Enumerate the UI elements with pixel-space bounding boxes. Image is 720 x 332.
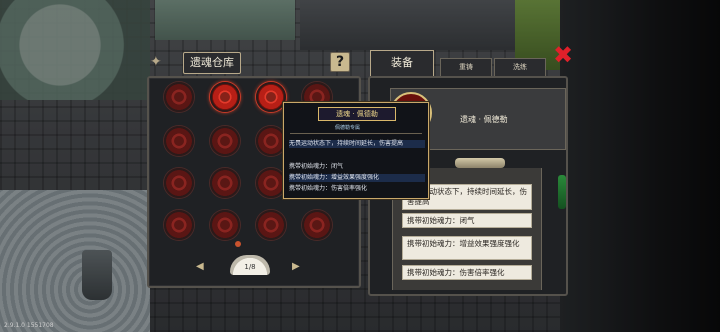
- tooltip-divider: [290, 133, 422, 134]
- relic-slot[interactable]: [210, 126, 240, 156]
- version-text: 2.9.1.0 1551708: [4, 322, 54, 329]
- warehouse-title: 遗魂仓库: [183, 52, 241, 74]
- relic-icon: [266, 178, 276, 188]
- relic-icon: [312, 92, 322, 102]
- relic-slot[interactable]: [164, 82, 194, 112]
- tooltip-line: 无畏运动状态下，持续时间延长，伤害提高: [289, 140, 425, 148]
- relic-slot[interactable]: [302, 210, 332, 240]
- relic-icon: [174, 136, 184, 146]
- tooltip-subtitle: 佩德勒专属: [335, 125, 361, 131]
- relic-icon: [266, 136, 276, 146]
- relic-icon: [174, 220, 184, 230]
- relic-icon: [220, 92, 230, 102]
- relic-slot[interactable]: [256, 168, 286, 198]
- relic-icon: [266, 92, 276, 102]
- relic-slot[interactable]: [164, 168, 194, 198]
- prev-page-icon[interactable]: ◀: [196, 261, 204, 272]
- relic-icon: [220, 178, 230, 188]
- relic-icon: [174, 178, 184, 188]
- relic-slot[interactable]: [210, 210, 240, 240]
- desc-line: 携带初始魂力：伤害倍率强化: [402, 265, 532, 280]
- tab-refine[interactable]: 洗练: [494, 58, 546, 76]
- page-indicator: 1/8: [230, 255, 270, 275]
- relic-slot[interactable]: [256, 126, 286, 156]
- relic-icon: [220, 220, 230, 230]
- relic-icon: [174, 92, 184, 102]
- relic-icon: [266, 220, 276, 230]
- relic-slot[interactable]: [256, 82, 286, 112]
- relic-slot[interactable]: [210, 82, 240, 112]
- relic-slot[interactable]: [210, 168, 240, 198]
- relic-slot[interactable]: [164, 126, 194, 156]
- page-marker-icon: [235, 241, 241, 247]
- relic-icon: [312, 220, 322, 230]
- relic-icon: [220, 136, 230, 146]
- help-button[interactable]: ?: [330, 52, 350, 72]
- tab-recast[interactable]: 重铸: [440, 58, 492, 76]
- desc-line: 携带初始魂力：闭气: [402, 213, 532, 228]
- ornament-icon: ✦: [150, 54, 162, 70]
- tooltip-line: 携带初始魂力：闭气: [289, 163, 344, 170]
- tooltip-line: 携带初始魂力：伤害倍率强化: [289, 185, 368, 192]
- tooltip-title: 遗魂 · 佩德勒: [318, 107, 396, 121]
- tooltip-line: 携带初始魂力：增益效果强度强化: [289, 174, 425, 182]
- relic-slot[interactable]: [256, 210, 286, 240]
- tassel-icon: [558, 175, 566, 209]
- close-icon[interactable]: ✖: [550, 42, 576, 68]
- relic-slot[interactable]: [164, 210, 194, 240]
- next-page-icon[interactable]: ▶: [292, 261, 300, 272]
- scroll-rod: [455, 158, 505, 168]
- desc-line: 携带初始魂力：增益效果强度强化: [402, 236, 532, 260]
- tab-equip[interactable]: 装备: [370, 50, 434, 76]
- equipped-item-name: 遗魂 · 佩德勒: [460, 115, 508, 124]
